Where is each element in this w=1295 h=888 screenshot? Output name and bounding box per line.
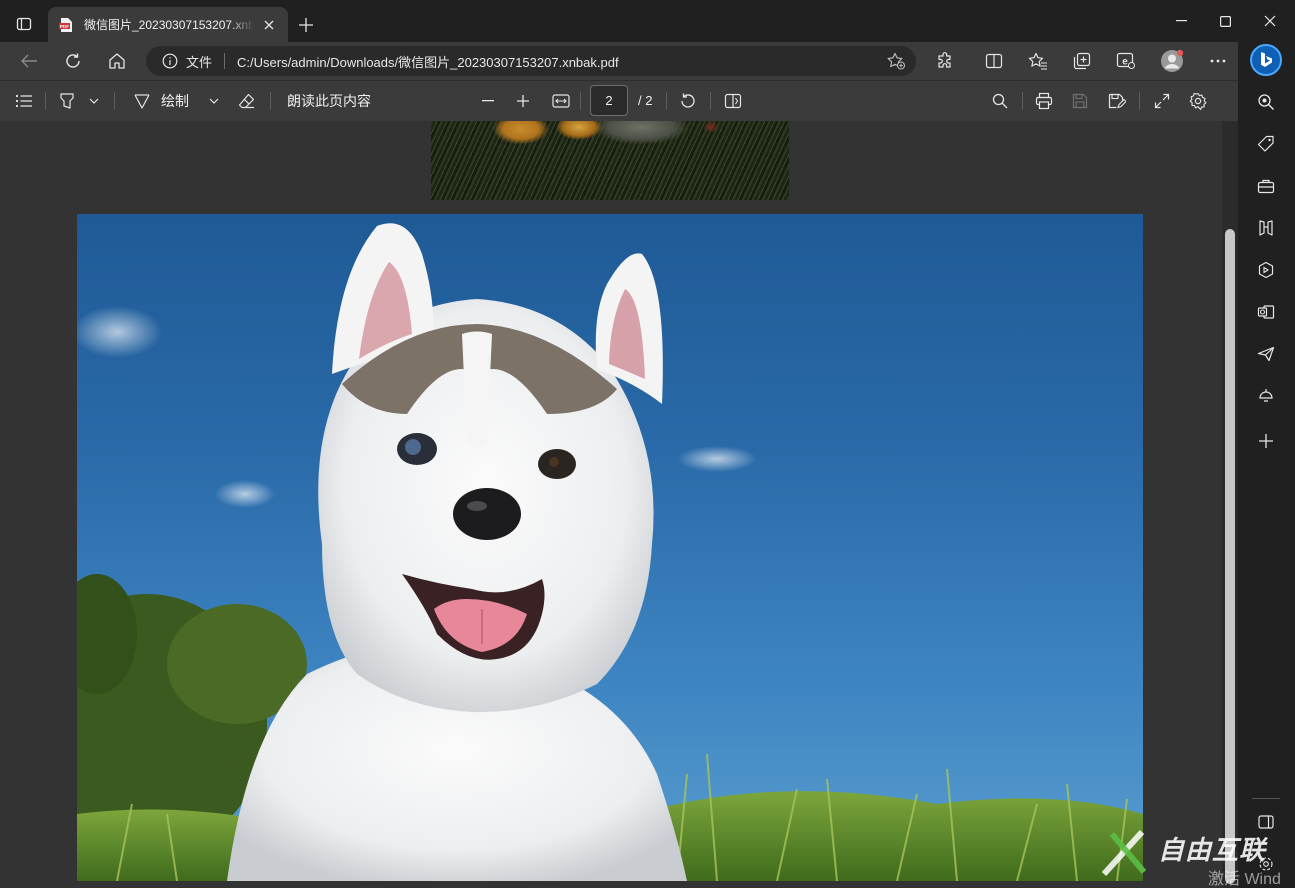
back-arrow-icon[interactable] [14,46,44,76]
toolbar-divider [580,92,581,110]
watermark-logo-icon [1102,826,1162,876]
scrollbar-thumb[interactable] [1225,229,1235,884]
office-icon[interactable] [1254,258,1278,282]
fit-to-width-icon[interactable] [550,89,572,113]
svg-text:PDF: PDF [60,23,69,28]
draw-icon [133,92,151,110]
pdf-file-icon: PDF [58,17,74,33]
search-sidebar-icon[interactable] [1254,90,1278,114]
title-bar: PDF 微信图片_20230307153207.xnbak.pdf [0,0,1295,42]
pdf-viewer[interactable] [0,121,1222,888]
tag-icon[interactable] [1254,132,1278,156]
add-sidebar-app-icon[interactable] [1254,429,1278,453]
maximize-icon[interactable] [1201,0,1249,42]
zoom-out-icon[interactable] [478,89,498,113]
minimize-icon[interactable] [1157,0,1205,42]
send-icon[interactable] [1254,342,1278,366]
edge-sidebar [1238,42,1295,888]
fullscreen-icon[interactable] [1151,89,1173,113]
toolbar-divider [270,92,271,110]
page-number-input[interactable] [590,85,628,116]
chevron-down-icon[interactable] [206,89,222,113]
toolbar-divider [45,92,46,110]
close-tab-icon[interactable] [260,16,278,34]
toolbar-divider [710,92,711,110]
pdf-toolbar: 绘制 朗读此页内容 / 2 [0,80,1238,121]
save-as-icon[interactable] [1106,89,1128,113]
highlight-icon[interactable] [56,89,78,113]
read-aloud-label: 朗读此页内容 [287,93,371,109]
site-info-button[interactable]: 文件 [162,52,212,71]
active-tab[interactable]: PDF 微信图片_20230307153207.xnbak.pdf [48,7,288,42]
ie-mode-icon[interactable]: e [1111,46,1141,76]
close-window-icon[interactable] [1246,0,1294,42]
home-icon[interactable] [102,46,132,76]
print-icon[interactable] [1033,89,1055,113]
zoom-in-icon[interactable] [513,89,533,113]
page-view-icon[interactable] [722,89,744,113]
gear-icon[interactable] [1187,89,1209,113]
plus-icon[interactable] [292,11,320,39]
toolbar-divider [114,92,115,110]
puzzle-icon[interactable] [930,46,960,76]
profile-icon[interactable] [1157,46,1187,76]
favorites-icon[interactable] [1023,46,1053,76]
draw-button[interactable]: 绘制 [133,89,199,113]
pdf-page-1-image [431,121,789,200]
toolbar-divider [1022,92,1023,110]
svg-text:e: e [1122,57,1128,68]
star-plus-icon[interactable] [886,52,906,70]
refresh-icon[interactable] [58,46,88,76]
collections-icon[interactable] [1067,46,1097,76]
draw-label: 绘制 [161,93,189,109]
search-icon[interactable] [989,89,1011,113]
url-text[interactable]: C:/Users/admin/Downloads/微信图片_2023030715… [237,52,619,71]
watermark-brand: 自由互联 [1158,835,1267,865]
bing-icon[interactable] [1250,44,1282,76]
toolbar-divider [666,92,667,110]
pdf-page-2-image [77,214,1143,881]
page-total: / 2 [638,93,653,108]
address-divider [224,53,226,69]
outlook-icon[interactable] [1254,300,1278,324]
info-icon [162,53,178,69]
chevron-down-icon[interactable] [86,89,102,113]
save-icon[interactable] [1069,89,1091,113]
rotate-icon[interactable] [677,89,699,113]
navigation-bar: 文件 C:/Users/admin/Downloads/微信图片_2023030… [0,42,1295,80]
address-bar[interactable]: 文件 C:/Users/admin/Downloads/微信图片_2023030… [146,46,916,76]
scheme-label: 文件 [186,54,213,70]
watermark-subtext: 激活 Wind [1208,871,1281,888]
sidebar-divider [1252,798,1280,799]
drop-icon[interactable] [1254,384,1278,408]
games-icon[interactable] [1254,216,1278,240]
more-icon[interactable] [1203,46,1233,76]
eraser-icon[interactable] [236,89,258,113]
husky-puppy-photo [77,223,1143,881]
tab-title: 微信图片_20230307153207.xnbak.pdf [84,18,254,32]
table-of-contents-icon[interactable] [12,89,36,113]
tab-actions-icon[interactable] [10,10,38,38]
read-aloud-button[interactable]: 朗读此页内容 [284,89,374,113]
briefcase-icon[interactable] [1254,174,1278,198]
toolbar-divider [1139,92,1140,110]
vertical-scrollbar[interactable] [1222,121,1238,888]
split-screen-icon[interactable] [979,46,1009,76]
